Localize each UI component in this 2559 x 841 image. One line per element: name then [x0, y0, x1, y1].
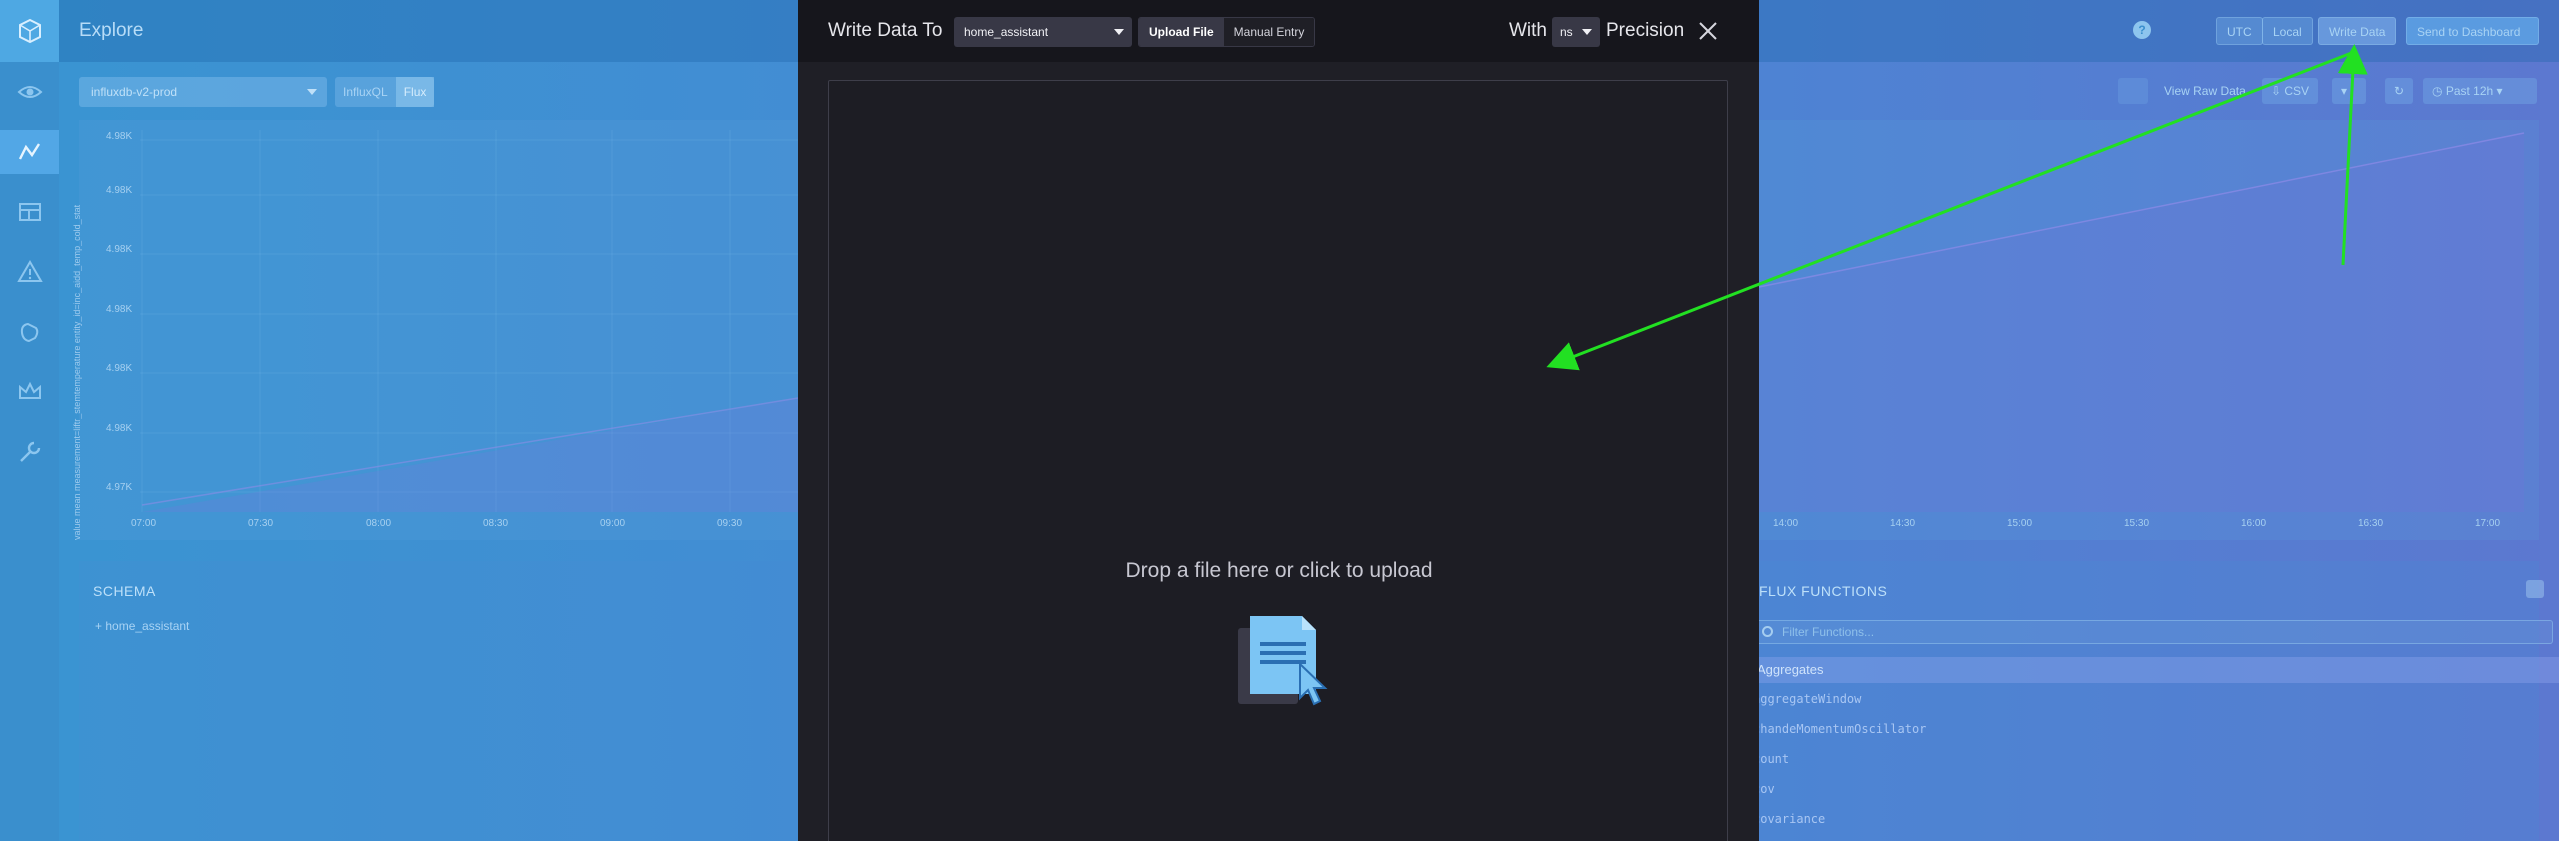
x-tick-label: 08:00: [366, 518, 392, 529]
x-tick-label: 16:00: [2241, 518, 2267, 529]
x-tick-label: 09:00: [600, 518, 626, 529]
eye-icon[interactable]: [0, 70, 59, 114]
alert-triangle-icon[interactable]: [0, 250, 59, 294]
refresh-rate-dropdown[interactable]: ▾: [2332, 78, 2366, 104]
write-data-button[interactable]: Write Data: [2318, 17, 2397, 45]
x-tick-label: 08:30: [483, 518, 509, 529]
x-tick-label: 17:00: [2475, 518, 2501, 529]
file-dropzone[interactable]: Drop a file here or click to upload: [828, 80, 1728, 841]
precision-dropdown[interactable]: ns: [1552, 17, 1600, 47]
x-tick-label: 15:00: [2007, 518, 2033, 529]
modal-title: Write Data To: [828, 20, 943, 41]
csv-label: CSV: [2284, 84, 2310, 98]
influx-logo-icon[interactable]: [0, 0, 59, 62]
flux-function-item[interactable]: aggregateWindow: [1753, 692, 1861, 706]
bucket-select-value: influxdb-v2-prod: [91, 85, 178, 99]
page-title: Explore: [79, 20, 144, 41]
y-tick-label: 4.98K: [106, 304, 133, 315]
time-range-label: Past 12h: [2445, 84, 2494, 98]
dropzone-text: Drop a file here or click to upload: [1125, 559, 1433, 582]
bucket-dropdown[interactable]: home_assistant: [954, 17, 1132, 47]
help-icon[interactable]: ?: [2133, 21, 2151, 39]
schema-item-label: home_assistant: [105, 619, 190, 633]
x-tick-label: 14:30: [1890, 518, 1916, 529]
collapse-toggle-icon[interactable]: [2526, 580, 2544, 598]
x-tick-label: 16:30: [2358, 518, 2384, 529]
tasks-hand-icon[interactable]: [0, 310, 59, 354]
wrench-icon[interactable]: [0, 430, 59, 474]
flux-function-item[interactable]: chandeMomentumOscillator: [1753, 722, 1926, 736]
bucket-dropdown-value: home_assistant: [964, 25, 1049, 39]
x-tick-label: 09:30: [717, 518, 743, 529]
raw-data-toggle[interactable]: [2118, 78, 2148, 104]
x-tick-label: 07:00: [131, 518, 157, 529]
side-nav: [0, 0, 59, 841]
close-icon[interactable]: [1697, 20, 1719, 42]
y-tick-label: 4.98K: [106, 423, 133, 434]
refresh-icon[interactable]: ↻: [2385, 78, 2413, 104]
flux-filter-input[interactable]: Filter Functions...: [1753, 620, 2553, 644]
x-tick-label: 07:30: [248, 518, 274, 529]
utc-button[interactable]: UTC: [2216, 17, 2263, 45]
lang-option-influxql[interactable]: InfluxQL: [335, 77, 396, 107]
dashboard-grid-icon[interactable]: [0, 190, 59, 234]
clock-icon: ◷: [2432, 84, 2446, 98]
write-mode-toggle[interactable]: Upload File Manual Entry: [1138, 17, 1316, 47]
flux-functions-title: FLUX FUNCTIONS: [1759, 583, 1888, 599]
y-tick-label: 4.98K: [106, 363, 133, 374]
expand-plus-icon: +: [95, 619, 106, 633]
tab-upload-file[interactable]: Upload File: [1139, 18, 1224, 46]
precision-label: Precision: [1606, 20, 1685, 41]
crown-icon[interactable]: [0, 370, 59, 414]
x-tick-label: 15:30: [2124, 518, 2150, 529]
modal-header: Write Data To home_assistant Upload File…: [798, 0, 1759, 62]
with-label: With: [1509, 20, 1547, 41]
local-button[interactable]: Local: [2262, 17, 2313, 45]
bucket-select[interactable]: influxdb-v2-prod: [79, 77, 327, 107]
schema-title: SCHEMA: [93, 583, 156, 599]
query-language-toggle[interactable]: InfluxQL Flux: [335, 77, 435, 107]
lang-option-flux[interactable]: Flux: [395, 77, 435, 107]
y-tick-label: 4.97K: [106, 482, 133, 493]
graph-icon[interactable]: [0, 130, 59, 174]
view-raw-data-label[interactable]: View Raw Data: [2155, 78, 2255, 104]
y-tick-label: 4.98K: [106, 185, 133, 196]
y-axis-label: value mean measurement=liftr_stemtempera…: [72, 204, 82, 540]
precision-dropdown-value: ns: [1560, 25, 1573, 39]
x-tick-label: 14:00: [1773, 518, 1799, 529]
y-tick-label: 4.98K: [106, 131, 133, 142]
tab-manual-entry[interactable]: Manual Entry: [1223, 18, 1315, 46]
schema-item[interactable]: + home_assistant: [95, 619, 189, 633]
chevron-down-icon: [1114, 29, 1124, 35]
chevron-down-icon: [307, 89, 317, 95]
flux-category-header[interactable]: Aggregates: [1753, 657, 2559, 683]
flux-function-item[interactable]: covariance: [1753, 812, 1825, 826]
search-icon: [1762, 626, 1773, 637]
send-to-dashboard-button[interactable]: Send to Dashboard: [2406, 17, 2539, 45]
write-data-modal: Write Data To home_assistant Upload File…: [798, 0, 1759, 841]
download-icon: ⇩: [2271, 84, 2285, 98]
flux-filter-placeholder: Filter Functions...: [1782, 625, 1875, 639]
time-range-dropdown[interactable]: ◷ Past 12h ▾: [2423, 78, 2537, 104]
chevron-down-icon: [1582, 29, 1592, 35]
y-tick-label: 4.98K: [106, 244, 133, 255]
csv-download-button[interactable]: ⇩ CSV: [2262, 78, 2319, 104]
file-upload-icon: [1238, 616, 1328, 706]
